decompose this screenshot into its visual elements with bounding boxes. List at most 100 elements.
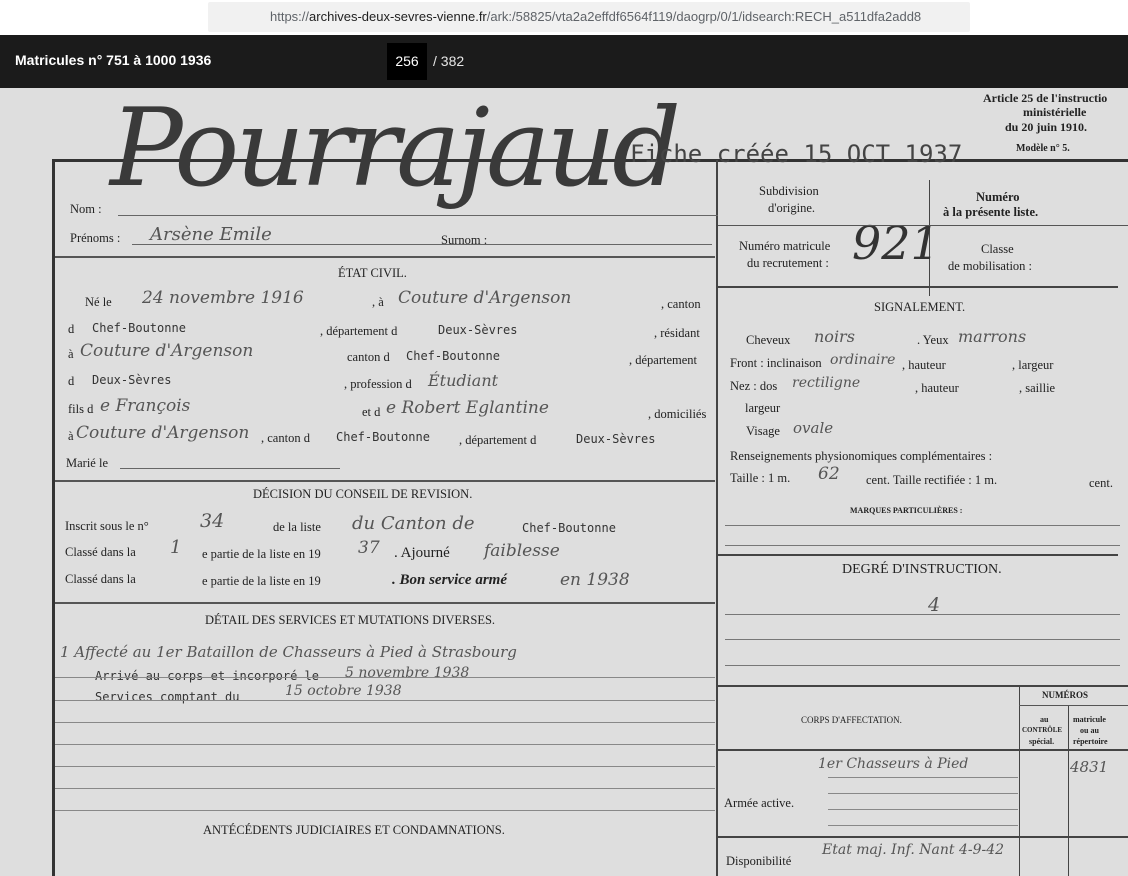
rule <box>828 809 1018 810</box>
residence-handwritten: Couture d'Argenson <box>80 341 254 361</box>
rule <box>55 810 715 811</box>
special-label: spécial. <box>1029 737 1055 746</box>
numero-label: Numéro <box>976 190 1020 204</box>
rule <box>828 777 1018 778</box>
prenoms-label: Prénoms : <box>70 231 121 245</box>
du-recrutement-label: du recrutement : <box>747 256 829 270</box>
section-rule <box>718 836 1128 838</box>
birthplace-handwritten: Couture d'Argenson <box>398 288 572 308</box>
surname-handwritten: Pourrajaud <box>110 88 681 211</box>
rule <box>55 722 715 723</box>
section-rule <box>55 256 715 258</box>
inscrit-label: Inscrit sous le n° <box>65 519 149 533</box>
mobilisation-label: de mobilisation : <box>948 259 1033 273</box>
armee-active-label: Armée active. <box>724 796 795 810</box>
domicilies-label: , domiciliés <box>648 407 707 421</box>
rule <box>55 677 715 678</box>
numeros-heading: NUMÉROS <box>1042 690 1089 700</box>
article-line: Article 25 de l'instructio <box>983 91 1108 105</box>
profession-handwritten: Étudiant <box>428 371 499 390</box>
departement-label: , département d <box>459 433 537 447</box>
rule <box>55 744 715 745</box>
section-rule <box>718 685 1128 687</box>
ajourne-reason-handwritten: faiblesse <box>484 541 560 561</box>
antecedents-heading: ANTÉCÉDENTS JUDICIAIRES ET CONDAMNATIONS… <box>203 823 505 837</box>
degre-handwritten: 4 <box>928 594 941 616</box>
page-number-input[interactable]: 256 <box>387 43 427 80</box>
rule <box>1019 705 1128 706</box>
residant-label: , résidant <box>654 326 700 340</box>
a-label: à <box>68 347 74 361</box>
etat-civil-heading: ÉTAT CIVIL. <box>338 266 407 280</box>
au-label: au <box>1040 715 1049 724</box>
section-rule <box>55 480 715 482</box>
modele-label: Modèle n° 5. <box>1016 143 1070 154</box>
arrive-label: Arrivé au corps et incorporé le <box>95 669 319 683</box>
saillie-label: , saillie <box>1019 381 1056 395</box>
classe-year-handwritten: 37 <box>358 538 380 558</box>
origine-label: d'origine. <box>768 201 816 215</box>
disponibilite-label: Disponibilité <box>726 854 792 868</box>
inscrit-number-handwritten: 34 <box>200 510 225 532</box>
url-path: /ark:/58825/vta2a2effdf6564f119/daogrp/0… <box>486 9 922 24</box>
canton-value: Chef-Boutonne <box>92 321 186 335</box>
marques-heading: MARQUES PARTICULIÈRES : <box>850 506 963 515</box>
hauteur-label: , hauteur <box>902 358 946 372</box>
cent-label: cent. <box>1089 476 1113 490</box>
et-label: et d <box>362 405 381 419</box>
article-line: du 20 juin 1910. <box>1005 120 1088 134</box>
cheveux-label: Cheveux <box>746 333 791 347</box>
canton-label: canton d <box>347 350 390 364</box>
d-label: d <box>68 374 75 388</box>
fils-label: fils d <box>68 402 94 416</box>
front-label: Front : inclinaison <box>730 356 822 370</box>
services-label: Services comptant du <box>95 690 240 704</box>
departement-value: Deux-Sèvres <box>92 373 172 387</box>
url-domain: archives-deux-sevres-vienne.fr <box>309 9 487 24</box>
d-label: d <box>68 322 75 336</box>
marie-label: Marié le <box>66 456 108 470</box>
rule <box>725 665 1120 666</box>
corps-heading: CORPS D'AFFECTATION. <box>801 715 902 725</box>
taille-handwritten: 62 <box>818 464 840 484</box>
departement-label: , département <box>629 353 698 367</box>
surnom-label: Surnom : <box>441 233 488 247</box>
a-label: , à <box>372 295 384 309</box>
classe-mid-label: e partie de la liste en 19 <box>202 547 321 561</box>
a-label: à <box>68 429 74 443</box>
largeur-label: largeur <box>745 401 781 415</box>
rule <box>725 525 1120 526</box>
classe-label: Classe <box>981 242 1014 256</box>
mother-handwritten: e Robert Eglantine <box>386 398 549 418</box>
yeux-handwritten: marrons <box>958 327 1027 346</box>
subdivision-label: Subdivision <box>759 184 819 198</box>
numero-matricule-label: Numéro matricule <box>739 239 831 253</box>
domicile-handwritten: Couture d'Argenson <box>76 423 250 443</box>
section-rule <box>718 286 1118 288</box>
center-divider <box>716 160 718 876</box>
departement-value: Deux-Sèvres <box>576 432 656 446</box>
section-rule <box>718 749 1128 751</box>
profession-label: , profession d <box>344 377 412 391</box>
repertoire-label: répertoire <box>1073 737 1108 746</box>
taille-label: Taille : 1 m. <box>730 471 791 485</box>
rule <box>828 825 1018 826</box>
browser-url-bar: https://archives-deux-sevres-vienne.fr/a… <box>0 0 1128 35</box>
classe-label: Classé dans la <box>65 572 136 586</box>
canton-label: , canton <box>661 297 701 311</box>
document-title: Matricules n° 751 à 1000 1936 <box>15 52 212 68</box>
matricule-col-label: matricule <box>1073 715 1106 724</box>
largeur-label: , largeur <box>1012 358 1054 372</box>
table-divider <box>1019 686 1020 876</box>
armee-number-handwritten: 4831 <box>1070 758 1109 776</box>
visage-handwritten: ovale <box>793 419 834 437</box>
canton-value: Chef-Boutonne <box>336 430 430 444</box>
section-rule <box>718 554 1118 556</box>
controle-label: CONTRÔLE <box>1022 726 1063 734</box>
nez-handwritten: rectiligne <box>792 375 861 391</box>
yeux-label: . Yeux <box>917 333 949 347</box>
degre-heading: DEGRÉ D'INSTRUCTION. <box>842 562 1002 577</box>
url-prefix: https:// <box>270 9 310 24</box>
rule <box>120 468 340 469</box>
address-field[interactable]: https://archives-deux-sevres-vienne.fr/a… <box>208 2 970 32</box>
